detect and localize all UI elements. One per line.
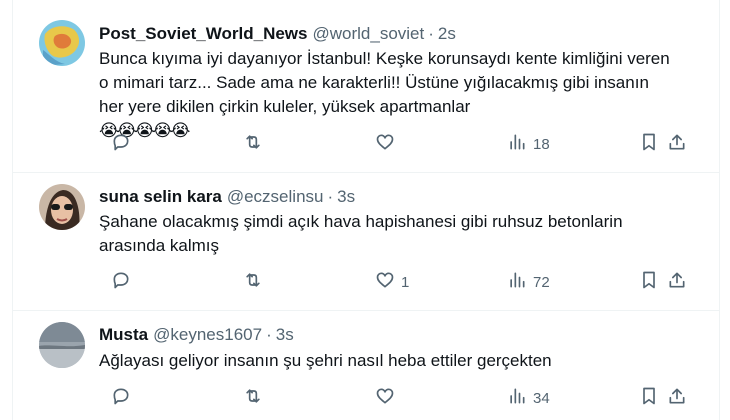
tweet-text-line-part: her yere dikilen çirkin kuleler, yüksek … <box>99 97 471 116</box>
author-name[interactable]: Post_Soviet_World_News <box>99 24 307 43</box>
views-icon <box>507 132 527 156</box>
tweet-header: suna selin kara @eczselinsu · 3s <box>99 187 355 207</box>
avatar[interactable] <box>39 20 85 66</box>
views-count: 72 <box>533 273 550 291</box>
reply-icon <box>111 270 131 294</box>
avatar[interactable] <box>39 322 85 368</box>
like-icon <box>375 270 395 294</box>
retweet-icon <box>243 386 263 410</box>
tweet-text-line: Şahane olacakmış şimdi açık hava hapisha… <box>99 212 623 231</box>
like-icon <box>375 386 395 410</box>
bookmark-icon <box>639 132 659 156</box>
action-bar: 1 72 <box>99 270 699 294</box>
reply-button[interactable] <box>111 132 137 156</box>
retweet-button[interactable] <box>243 386 269 410</box>
author-handle[interactable]: @world_soviet <box>312 24 424 43</box>
views-icon <box>507 386 527 410</box>
timestamp[interactable]: 3s <box>276 325 294 344</box>
like-button[interactable]: 1 <box>375 270 409 294</box>
views-count: 18 <box>533 135 550 153</box>
tweet-text-line: Bunca kıyıma iyi dayanıyor İstanbul! Keş… <box>99 49 670 68</box>
views-icon <box>507 270 527 294</box>
retweet-icon <box>243 270 263 294</box>
like-icon <box>375 132 395 156</box>
separator-dot: · <box>327 187 334 206</box>
avatar[interactable] <box>39 184 85 230</box>
reply-button[interactable] <box>111 386 137 410</box>
separator-dot: · <box>428 24 434 43</box>
views-button[interactable]: 34 <box>507 386 550 410</box>
author-handle[interactable]: @eczselinsu <box>227 187 324 206</box>
bookmark-button[interactable] <box>639 386 659 410</box>
timestamp[interactable]: 2s <box>438 24 456 43</box>
tweet[interactable]: Musta @keynes1607 · 3s Ağlayası geliyor ins… <box>13 310 719 420</box>
reply-icon <box>111 132 131 156</box>
retweet-button[interactable] <box>243 132 269 156</box>
timestamp[interactable]: 3s <box>337 187 355 206</box>
tweet[interactable]: Post_Soviet_World_News @world_soviet · 2s B… <box>13 0 719 173</box>
views-button[interactable]: 18 <box>507 132 550 156</box>
share-icon <box>667 386 687 410</box>
share-icon <box>667 270 687 294</box>
reply-icon <box>111 386 131 410</box>
share-button[interactable] <box>667 132 687 156</box>
tweet-text: Bunca kıyıma iyi dayanıyor İstanbul! Keş… <box>99 47 699 143</box>
tweet-text: Şahane olacakmış şimdi açık hava hapisha… <box>99 210 699 258</box>
tweet-header: Musta @keynes1607 · 3s <box>99 325 294 345</box>
like-button[interactable] <box>375 386 401 410</box>
reply-button[interactable] <box>111 270 137 294</box>
tweet-text-line: arasında kalmış <box>99 236 219 255</box>
like-count: 1 <box>401 273 410 291</box>
tweet-text-line: Ağlayası geliyor insanın şu şehri nasıl … <box>99 351 552 370</box>
bookmark-icon <box>639 386 659 410</box>
tweet[interactable]: suna selin kara @eczselinsu · 3s Şahane ola… <box>13 172 719 311</box>
author-name[interactable]: Musta <box>99 325 148 344</box>
timeline: Post_Soviet_World_News @world_soviet · 2s B… <box>12 0 720 420</box>
tweet-header: Post_Soviet_World_News @world_soviet · 2s <box>99 24 456 44</box>
author-name[interactable]: suna selin kara <box>99 187 222 206</box>
tweet-text-line: o mimari tarz... Sade ama ne karakterli!… <box>99 73 649 92</box>
action-bar: 18 <box>99 132 699 156</box>
like-button[interactable] <box>375 132 401 156</box>
tweet-text: Ağlayası geliyor insanın şu şehri nasıl … <box>99 349 699 373</box>
views-button[interactable]: 72 <box>507 270 550 294</box>
bookmark-button[interactable] <box>639 132 659 156</box>
bookmark-button[interactable] <box>639 270 659 294</box>
author-handle[interactable]: @keynes1607 <box>153 325 262 344</box>
separator-dot: · <box>266 325 272 344</box>
retweet-button[interactable] <box>243 270 269 294</box>
views-count: 34 <box>533 389 550 407</box>
share-button[interactable] <box>667 386 687 410</box>
share-button[interactable] <box>667 270 687 294</box>
bookmark-icon <box>639 270 659 294</box>
retweet-icon <box>243 132 263 156</box>
action-bar: 34 <box>99 386 699 410</box>
share-icon <box>667 132 687 156</box>
